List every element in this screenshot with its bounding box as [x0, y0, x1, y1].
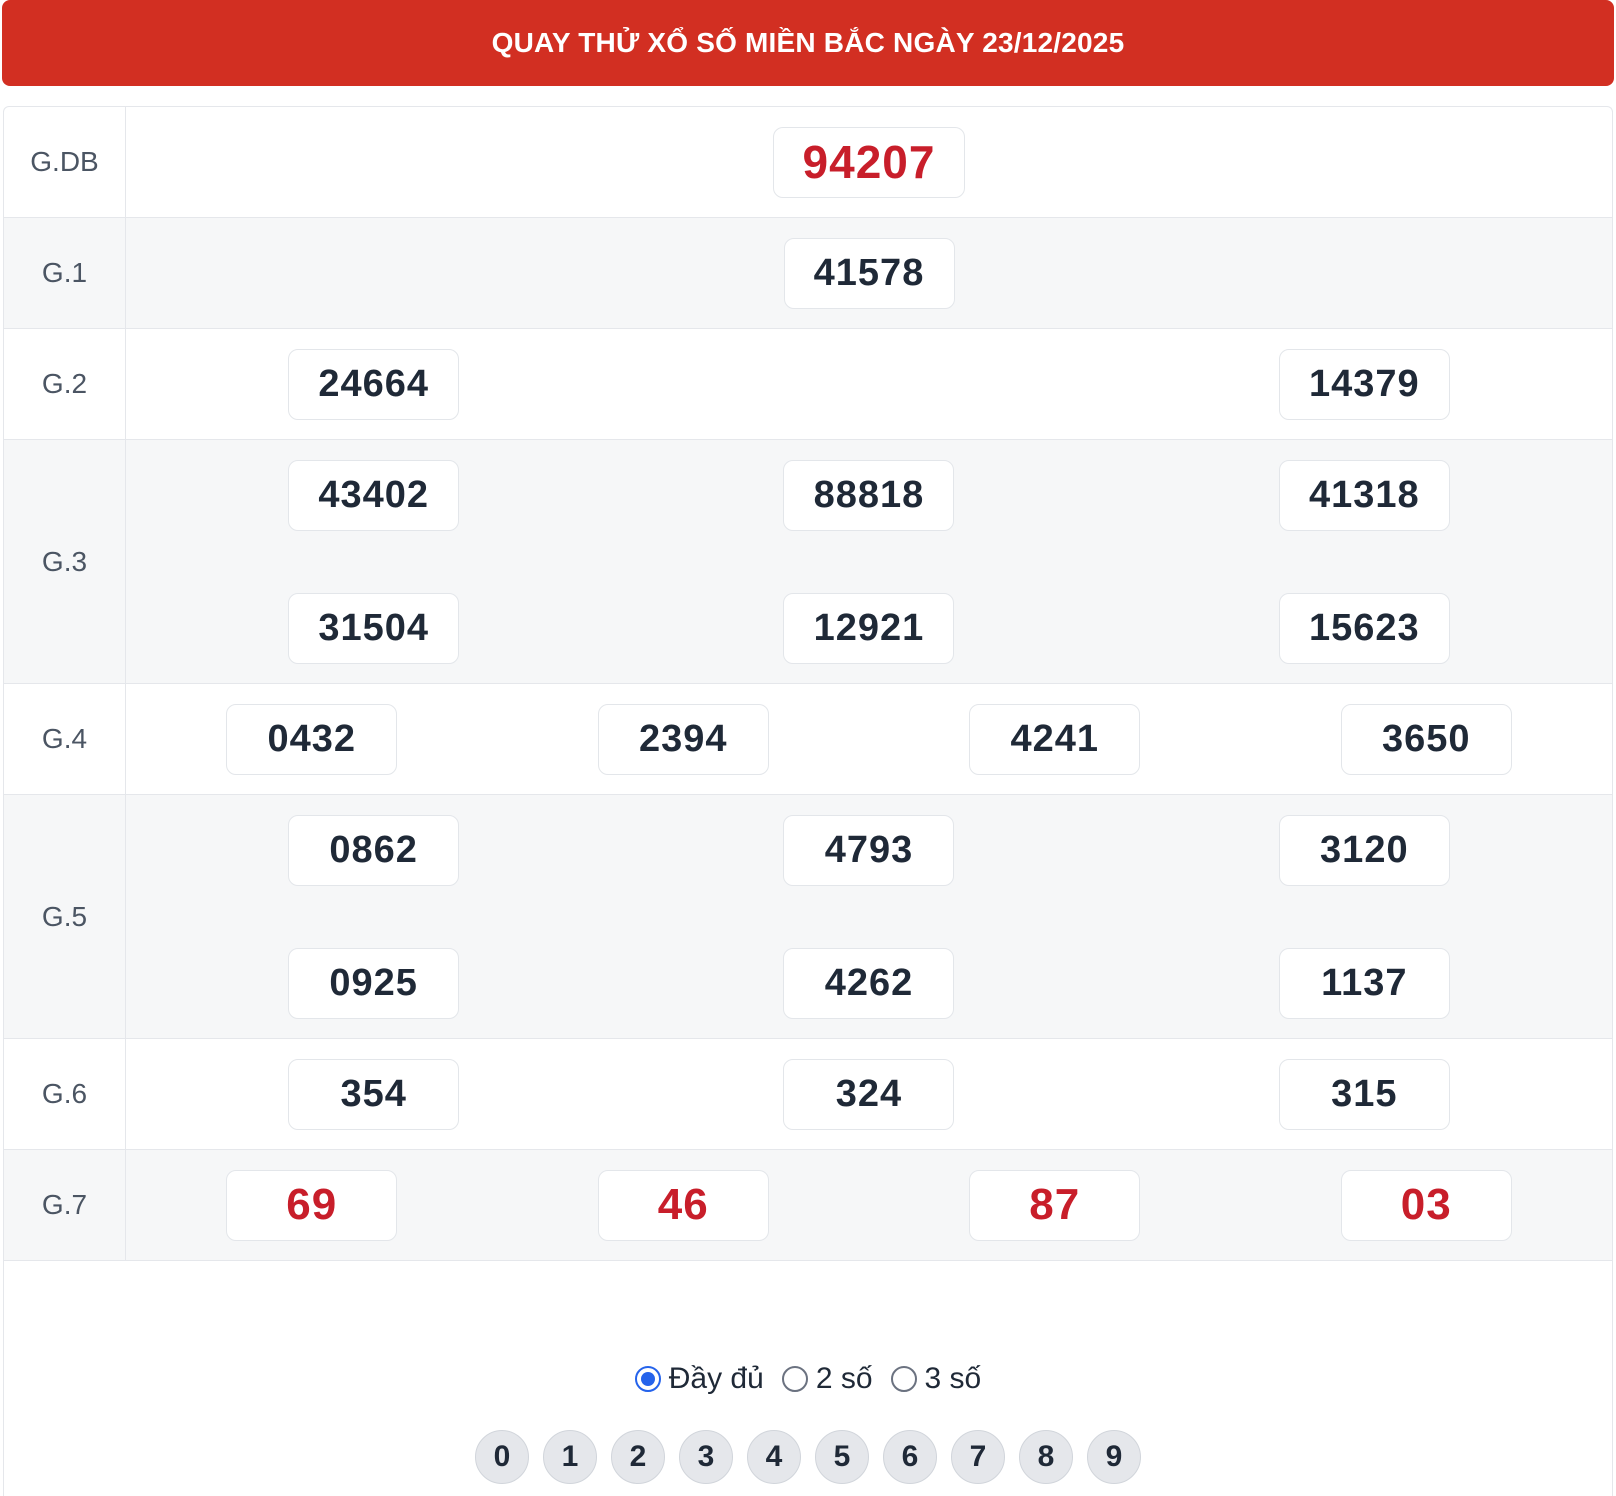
radio-2-digits[interactable]: 2 số	[781, 1362, 873, 1396]
prize-label: G.4	[4, 684, 126, 794]
digit-button-1[interactable]: 1	[543, 1430, 597, 1484]
prize-number: 24664	[288, 348, 460, 420]
prize-number: 0925	[288, 947, 460, 1019]
results-table: G.DB 94207 G.1 41578 G.2 24664 14379 G.3…	[3, 106, 1613, 1496]
prize-number: 69	[226, 1169, 398, 1241]
prize-number: 324	[783, 1058, 955, 1130]
prize-row-g3: G.3 43402 88818 41318 31504 12921 15623	[4, 440, 1612, 684]
prize-number: 4262	[783, 947, 955, 1019]
digit-button-4[interactable]: 4	[747, 1430, 801, 1484]
radio-unselected-icon[interactable]	[890, 1366, 917, 1392]
prize-number: 4241	[969, 703, 1141, 775]
special-prize-number: 94207	[773, 126, 965, 198]
digit-button-5[interactable]: 5	[815, 1430, 869, 1484]
prize-number: 315	[1278, 1058, 1450, 1130]
radio-3-digits[interactable]: 3 số	[890, 1362, 982, 1396]
digit-button-3[interactable]: 3	[679, 1430, 733, 1484]
digit-filter-bar: 0 1 2 3 4 5 6 7 8 9	[0, 1430, 1616, 1484]
digit-button-8[interactable]: 8	[1019, 1430, 1073, 1484]
prize-label: G.7	[4, 1150, 126, 1260]
digit-button-9[interactable]: 9	[1087, 1430, 1141, 1484]
prize-number: 41578	[783, 237, 955, 309]
prize-number: 12921	[783, 592, 955, 664]
prize-number: 14379	[1278, 348, 1450, 420]
radio-full[interactable]: Đầy đủ	[634, 1362, 764, 1396]
prize-label: G.1	[4, 218, 126, 328]
prize-number: 0862	[288, 814, 460, 886]
prize-number: 46	[597, 1169, 769, 1241]
prize-number: 15623	[1278, 592, 1450, 664]
prize-number: 87	[969, 1169, 1141, 1241]
prize-row-special: G.DB 94207	[4, 107, 1612, 218]
prize-number: 3120	[1278, 814, 1450, 886]
prize-number: 3650	[1340, 703, 1512, 775]
display-mode-options: Đầy đủ 2 số 3 số	[0, 1362, 1616, 1396]
radio-unselected-icon[interactable]	[781, 1366, 808, 1392]
prize-number: 2394	[597, 703, 769, 775]
prize-label: G.2	[4, 329, 126, 439]
digit-button-6[interactable]: 6	[883, 1430, 937, 1484]
digit-button-2[interactable]: 2	[611, 1430, 665, 1484]
prize-row-g2: G.2 24664 14379	[4, 329, 1612, 440]
prize-number: 0432	[226, 703, 398, 775]
prize-label: G.6	[4, 1039, 126, 1149]
radio-full-label: Đầy đủ	[668, 1362, 764, 1395]
prize-row-g6: G.6 354 324 315	[4, 1039, 1612, 1150]
prize-number: 4793	[783, 814, 955, 886]
radio-selected-icon[interactable]	[634, 1366, 661, 1392]
page-title: QUAY THỬ XỔ SỐ MIỀN BẮC NGÀY 23/12/2025	[491, 27, 1125, 58]
prize-row-g1: G.1 41578	[4, 218, 1612, 329]
prize-number: 1137	[1278, 947, 1450, 1019]
prize-number: 03	[1340, 1169, 1512, 1241]
prize-number: 31504	[288, 592, 460, 664]
prize-row-g4: G.4 0432 2394 4241 3650	[4, 684, 1612, 795]
prize-label: G.DB	[4, 107, 126, 217]
radio-3-digits-label: 3 số	[924, 1362, 982, 1395]
prize-row-g5: G.5 0862 4793 3120 0925 4262 1137	[4, 795, 1612, 1039]
prize-number: 88818	[783, 459, 955, 531]
prize-number: 43402	[288, 459, 460, 531]
digit-button-0[interactable]: 0	[475, 1430, 529, 1484]
results-header: QUAY THỬ XỔ SỐ MIỀN BẮC NGÀY 23/12/2025	[2, 0, 1614, 86]
prize-number: 41318	[1278, 459, 1450, 531]
prize-label: G.3	[4, 440, 126, 683]
prize-number: 354	[288, 1058, 460, 1130]
prize-row-g7: G.7 69 46 87 03	[4, 1150, 1612, 1261]
prize-label: G.5	[4, 795, 126, 1038]
radio-2-digits-label: 2 số	[815, 1362, 873, 1395]
digit-button-7[interactable]: 7	[951, 1430, 1005, 1484]
